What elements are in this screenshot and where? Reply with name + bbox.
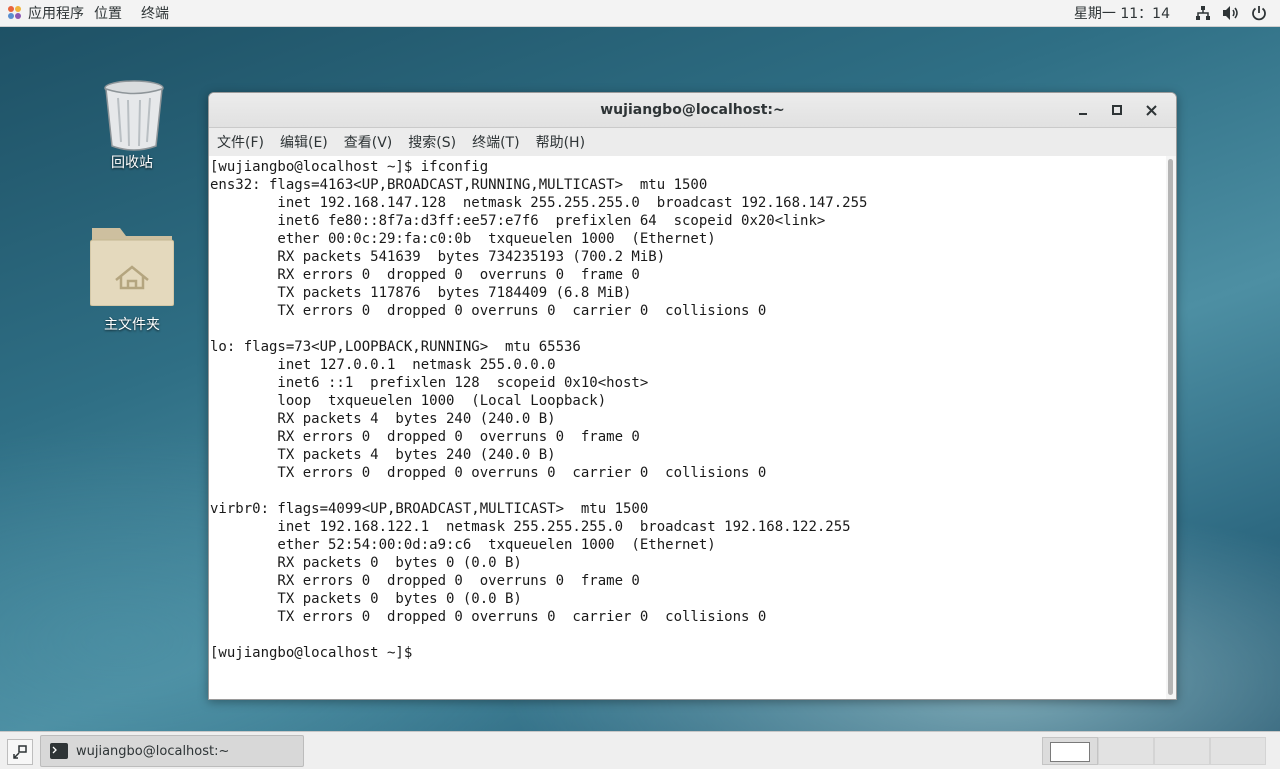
- terminal-line: [wujiangbo@localhost ~]$: [210, 645, 421, 661]
- bottom-panel: wujiangbo@localhost:~: [0, 731, 1280, 769]
- window-menubar: 文件(F) 编辑(E) 查看(V) 搜索(S) 终端(T) 帮助(H): [209, 128, 1176, 157]
- power-icon[interactable]: [1250, 4, 1268, 22]
- maximize-button[interactable]: [1100, 93, 1134, 127]
- scrollbar-thumb[interactable]: [1168, 159, 1173, 695]
- show-desktop-button[interactable]: [7, 739, 33, 765]
- close-button[interactable]: [1134, 93, 1168, 127]
- terminal-menu[interactable]: 终端: [141, 3, 182, 23]
- menu-search[interactable]: 搜索(S): [408, 132, 456, 152]
- terminal-line: RX errors 0 dropped 0 overruns 0 frame 0: [210, 267, 640, 283]
- terminal-line: inet 127.0.0.1 netmask 255.0.0.0: [210, 357, 556, 373]
- trash-icon: [104, 80, 164, 151]
- taskbar-terminal-label: wujiangbo@localhost:~: [76, 743, 230, 759]
- workspace-3[interactable]: [1154, 737, 1210, 765]
- terminal-line: inet 192.168.147.128 netmask 255.255.255…: [210, 195, 868, 211]
- workspace-window-thumb: [1050, 742, 1090, 762]
- terminal-line: RX errors 0 dropped 0 overruns 0 frame 0: [210, 429, 640, 445]
- terminal-line: ens32: flags=4163<UP,BROADCAST,RUNNING,M…: [210, 177, 708, 193]
- terminal-line: TX errors 0 dropped 0 overruns 0 carrier…: [210, 303, 767, 319]
- network-icon[interactable]: [1194, 4, 1212, 22]
- applications-menu[interactable]: 应用程序: [0, 0, 94, 26]
- terminal-line: RX packets 0 bytes 0 (0.0 B): [210, 555, 522, 571]
- terminal-scrollbar[interactable]: [1166, 156, 1176, 699]
- menu-edit[interactable]: 编辑(E): [280, 132, 328, 152]
- terminal-line: ether 52:54:00:0d:a9:c6 txqueuelen 1000 …: [210, 537, 716, 553]
- workspace-4[interactable]: [1210, 737, 1266, 765]
- window-title: wujiangbo@localhost:~: [600, 102, 785, 118]
- menu-help[interactable]: 帮助(H): [536, 132, 585, 152]
- terminal-line: RX errors 0 dropped 0 overruns 0 frame 0: [210, 573, 640, 589]
- taskbar-terminal-item[interactable]: wujiangbo@localhost:~: [40, 735, 304, 767]
- terminal-line: loop txqueuelen 1000 (Local Loopback): [210, 393, 607, 409]
- terminal-line: RX packets 4 bytes 240 (240.0 B): [210, 411, 556, 427]
- home-label: 主文件夹: [104, 317, 160, 333]
- terminal-line: RX packets 541639 bytes 734235193 (700.2…: [210, 249, 666, 265]
- trash-desktop-icon[interactable]: 回收站: [82, 80, 182, 172]
- workspace-2[interactable]: [1098, 737, 1154, 765]
- home-folder-icon: [89, 224, 175, 307]
- top-panel: 应用程序 位置 终端 星期一 11：14: [0, 0, 1280, 27]
- terminal-window[interactable]: wujiangbo@localhost:~ 文件(F) 编辑(E) 查看(V) …: [208, 92, 1177, 700]
- clock[interactable]: 星期一 11：14: [1074, 3, 1170, 23]
- terminal-line: virbr0: flags=4099<UP,BROADCAST,MULTICAS…: [210, 501, 649, 517]
- terminal-line: ether 00:0c:29:fa:c0:0b txqueuelen 1000 …: [210, 231, 716, 247]
- terminal-line: TX packets 117876 bytes 7184409 (6.8 MiB…: [210, 285, 632, 301]
- terminal-line: TX errors 0 dropped 0 overruns 0 carrier…: [210, 465, 767, 481]
- window-titlebar[interactable]: wujiangbo@localhost:~: [209, 93, 1176, 128]
- terminal-line: inet 192.168.122.1 netmask 255.255.255.0…: [210, 519, 851, 535]
- apps-icon: [8, 6, 22, 20]
- menu-file[interactable]: 文件(F): [217, 132, 264, 152]
- terminal-line: inet6 fe80::8f7a:d3ff:ee57:e7f6 prefixle…: [210, 213, 826, 229]
- trash-label: 回收站: [111, 155, 153, 171]
- workspace-1[interactable]: [1042, 737, 1098, 765]
- terminal-line: inet6 ::1 prefixlen 128 scopeid 0x10<hos…: [210, 375, 649, 391]
- terminal-line: TX packets 4 bytes 240 (240.0 B): [210, 447, 556, 463]
- minimize-button[interactable]: [1066, 93, 1100, 127]
- terminal-line: [wujiangbo@localhost ~]$ ifconfig: [210, 159, 489, 175]
- places-menu[interactable]: 位置: [94, 3, 135, 23]
- terminal-icon: [50, 743, 68, 759]
- terminal-line: TX errors 0 dropped 0 overruns 0 carrier…: [210, 609, 767, 625]
- volume-icon[interactable]: [1222, 4, 1240, 22]
- menu-terminal[interactable]: 终端(T): [472, 132, 519, 152]
- terminal-line: lo: flags=73<UP,LOOPBACK,RUNNING> mtu 65…: [210, 339, 581, 355]
- applications-label: 应用程序: [28, 6, 84, 22]
- menu-view[interactable]: 查看(V): [344, 132, 393, 152]
- home-desktop-icon[interactable]: 主文件夹: [82, 224, 182, 334]
- terminal-line: TX packets 0 bytes 0 (0.0 B): [210, 591, 522, 607]
- terminal-output[interactable]: [wujiangbo@localhost ~]$ ifconfig ens32: …: [209, 156, 1166, 699]
